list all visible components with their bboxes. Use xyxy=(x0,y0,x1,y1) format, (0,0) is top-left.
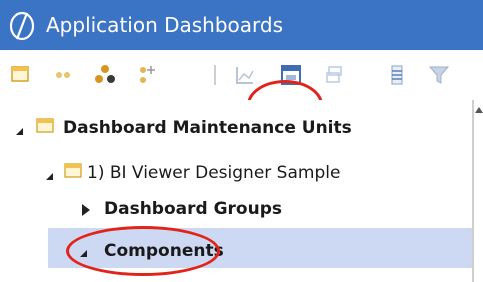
scroll-up-arrow-icon[interactable] xyxy=(475,107,483,113)
new-group-icon[interactable] xyxy=(50,62,76,88)
manage-groups-icon[interactable] xyxy=(92,62,118,88)
tree-label-components: Components xyxy=(104,241,224,261)
tree-label-dashboard-groups: Dashboard Groups xyxy=(104,199,283,219)
collapsed-arrow-icon[interactable] xyxy=(82,204,90,216)
onestream-logo-icon xyxy=(6,10,38,42)
toolbar-separator xyxy=(214,65,216,85)
window-title: Application Dashboards xyxy=(46,13,284,37)
filter-icon[interactable] xyxy=(426,62,452,88)
title-bar: Application Dashboards xyxy=(0,0,483,50)
chart-icon[interactable] xyxy=(232,62,258,88)
toolbar xyxy=(0,50,483,130)
expanded-arrow-icon[interactable] xyxy=(80,243,87,257)
maintenance-unit-icon xyxy=(36,118,54,133)
tree-label-bi-viewer: 1) BI Viewer Designer Sample xyxy=(87,163,341,183)
tree-label-maintenance-units: Dashboard Maintenance Units xyxy=(63,118,352,138)
dataset-icon[interactable] xyxy=(384,62,410,88)
maintenance-unit-icon xyxy=(64,163,82,178)
expanded-arrow-icon[interactable] xyxy=(16,121,23,135)
component-icon[interactable] xyxy=(278,62,304,88)
new-maintenance-unit-icon[interactable] xyxy=(8,62,34,88)
expanded-arrow-icon[interactable] xyxy=(46,166,53,180)
scrollbar-track[interactable] xyxy=(472,100,474,282)
add-item-icon[interactable] xyxy=(134,62,160,88)
copy-icon[interactable] xyxy=(322,62,348,88)
